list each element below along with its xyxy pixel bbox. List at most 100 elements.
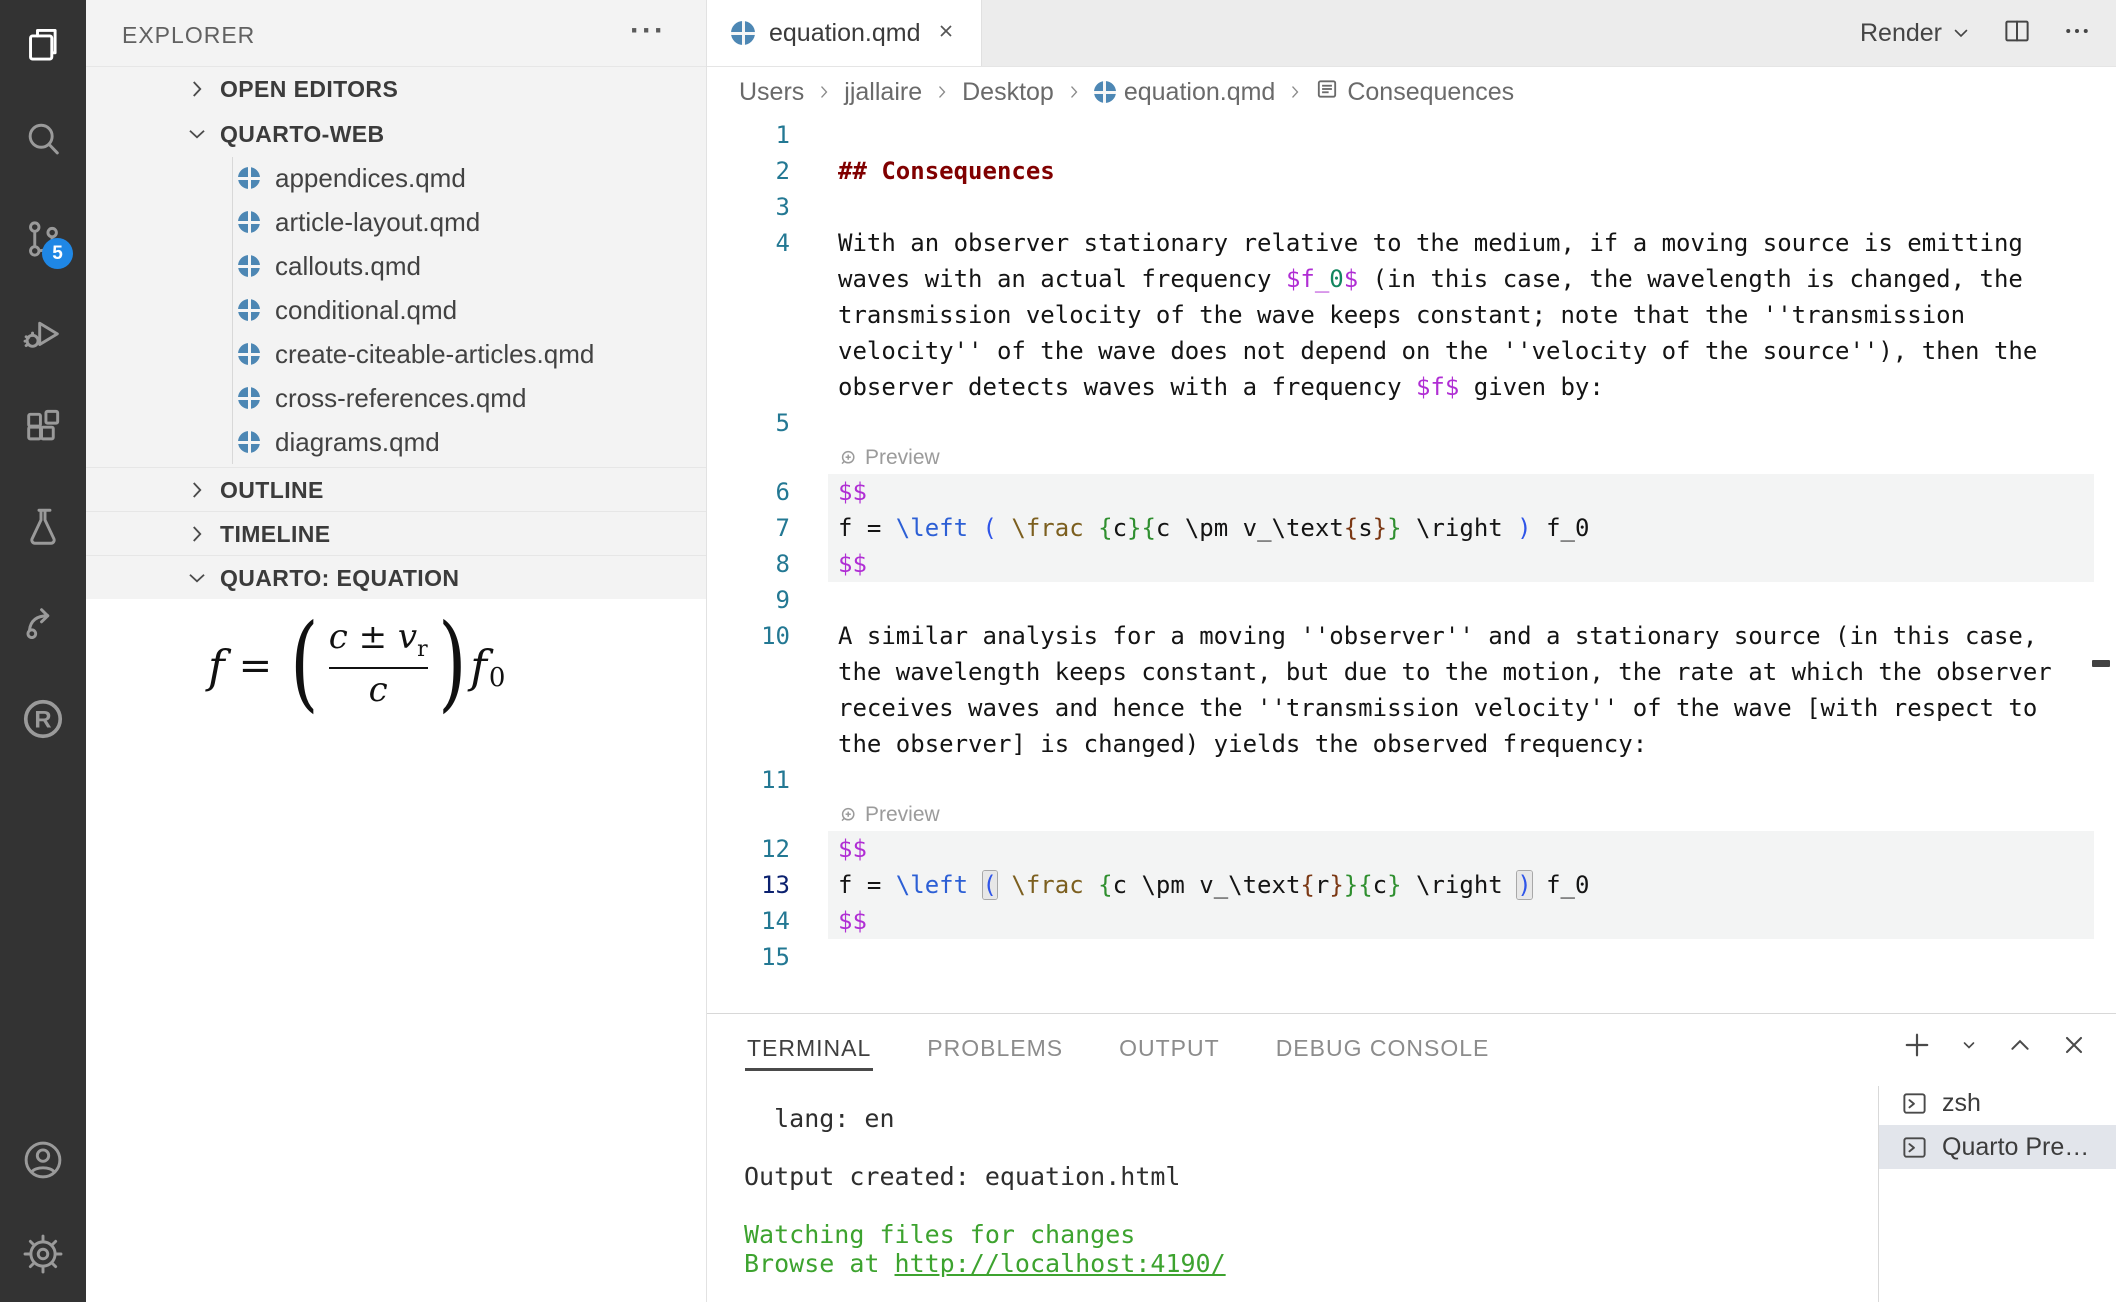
code-text: A similar analysis for a moving ''observ… bbox=[828, 618, 2094, 654]
editor-content[interactable]: 12## Consequences34With an observer stat… bbox=[707, 117, 2116, 1013]
chevron-right-icon bbox=[184, 477, 210, 503]
file-tree-item[interactable]: conditional.qmd bbox=[86, 288, 706, 332]
breadcrumb-item[interactable]: Desktop bbox=[962, 78, 1054, 107]
section-quarto-equation[interactable]: QUARTO: EQUATION bbox=[86, 555, 706, 600]
more-actions-icon[interactable] bbox=[2062, 16, 2092, 51]
editor-line: 13f = \left ( \frac {c \pm v_\text{r}}{c… bbox=[707, 867, 2116, 903]
quarto-file-icon bbox=[731, 21, 755, 45]
breadcrumb-item[interactable]: equation.qmd bbox=[1094, 78, 1276, 107]
tab-bar: equation.qmd Render bbox=[707, 0, 2116, 67]
breadcrumb-item[interactable]: Users bbox=[739, 78, 804, 107]
explorer-icon[interactable] bbox=[0, 1, 86, 87]
editor-line: 15 bbox=[707, 939, 2116, 975]
panel-tab-output[interactable]: OUTPUT bbox=[1117, 1023, 1222, 1071]
code-text: the wavelength keeps constant, but due t… bbox=[828, 654, 2094, 690]
line-number: 2 bbox=[707, 153, 790, 189]
editor-line: 5 bbox=[707, 405, 2116, 441]
tab-equation-qmd[interactable]: equation.qmd bbox=[707, 0, 982, 66]
editor-line: 12$$ bbox=[707, 831, 2116, 867]
line-number: 3 bbox=[707, 189, 790, 225]
editor-line: 1 bbox=[707, 117, 2116, 153]
testing-beaker-icon[interactable] bbox=[0, 483, 86, 569]
breadcrumb-item[interactable]: Consequences bbox=[1315, 77, 1514, 108]
editor-line: 7 f = \left ( \frac {c}{c \pm v_\text{s}}… bbox=[707, 510, 2116, 546]
activity-bar: 5 R bbox=[0, 0, 86, 1302]
source-control-icon[interactable]: 5 bbox=[0, 196, 86, 282]
section-open-editors[interactable]: OPEN EDITORS bbox=[86, 66, 706, 111]
file-tree-item[interactable]: create-citeable-articles.qmd bbox=[86, 332, 706, 376]
line-number: 7 bbox=[707, 510, 790, 546]
code-text bbox=[828, 405, 2094, 441]
panel-tab-debug-console[interactable]: DEBUG CONSOLE bbox=[1274, 1023, 1492, 1071]
more-actions-icon[interactable]: ··· bbox=[630, 14, 666, 48]
section-outline[interactable]: OUTLINE bbox=[86, 467, 706, 512]
fraction: c ± vr c bbox=[329, 619, 428, 710]
split-editor-icon[interactable] bbox=[2002, 16, 2032, 51]
close-panel-icon[interactable] bbox=[2060, 1031, 2088, 1064]
code-text bbox=[828, 117, 2094, 153]
quarto-file-icon bbox=[238, 255, 260, 277]
editor-line: 4With an observer stationary relative to… bbox=[707, 225, 2116, 261]
line-number: 15 bbox=[707, 939, 790, 975]
code-text: the observer] is changed) yields the obs… bbox=[828, 726, 2094, 762]
panel-tab-problems[interactable]: PROBLEMS bbox=[925, 1023, 1065, 1071]
quarto-file-icon bbox=[238, 299, 260, 321]
maximize-panel-icon[interactable] bbox=[2006, 1031, 2034, 1064]
editor-line: observer detects waves with a frequency … bbox=[707, 369, 2116, 405]
terminal-output[interactable]: lang: en Output created: equation.html W… bbox=[744, 1104, 1226, 1278]
equation-preview-pane: f = ( c ± vr c ) f 0 bbox=[86, 599, 706, 1302]
open-paren: ( bbox=[290, 621, 318, 704]
account-icon[interactable] bbox=[0, 1117, 86, 1203]
code-lens-row: Preview bbox=[707, 798, 2116, 831]
explorer-sidebar: EXPLORER ··· OPEN EDITORS QUARTO-WEB app… bbox=[86, 0, 707, 1302]
line-number: 9 bbox=[707, 582, 790, 618]
run-debug-icon[interactable] bbox=[0, 289, 86, 375]
quarto-file-icon bbox=[238, 431, 260, 453]
close-icon[interactable] bbox=[935, 20, 957, 47]
file-tree-item[interactable]: cross-references.qmd bbox=[86, 376, 706, 420]
terminal-dropdown-icon[interactable] bbox=[1958, 1034, 1980, 1061]
terminal-line: Output created: equation.html bbox=[744, 1162, 1226, 1191]
panel-tab-terminal[interactable]: TERMINAL bbox=[745, 1023, 873, 1071]
preview-code-lens[interactable]: Preview bbox=[838, 441, 940, 474]
code-text: f = \left ( \frac {c \pm v_\text{r}}{c} … bbox=[828, 867, 2094, 903]
chevron-right-icon bbox=[1285, 82, 1305, 102]
line-number bbox=[707, 654, 790, 690]
r-lang-icon[interactable]: R bbox=[0, 676, 86, 762]
section-timeline[interactable]: TIMELINE bbox=[86, 511, 706, 556]
quarto-preview-icon[interactable] bbox=[0, 579, 86, 665]
preview-code-lens[interactable]: Preview bbox=[838, 798, 940, 831]
search-icon[interactable] bbox=[0, 96, 86, 182]
breadcrumb-item[interactable]: jjallaire bbox=[844, 78, 922, 107]
file-tree-item[interactable]: diagrams.qmd bbox=[86, 420, 706, 464]
terminal-link[interactable]: http://localhost:4190/ bbox=[895, 1249, 1226, 1278]
code-text: f = \left ( \frac {c}{c \pm v_\text{s}} … bbox=[828, 510, 2094, 546]
line-number: 11 bbox=[707, 762, 790, 798]
file-tree-item[interactable]: article-layout.qmd bbox=[86, 200, 706, 244]
terminal-list-item[interactable]: Quarto Pre… bbox=[1879, 1125, 2116, 1169]
editor-line: 11 bbox=[707, 762, 2116, 798]
vscode-window: 5 R EXPLORER ··· OPEN EDITORS bbox=[0, 0, 2116, 1302]
chevron-right-icon bbox=[184, 521, 210, 547]
file-tree-item[interactable]: callouts.qmd bbox=[86, 244, 706, 288]
line-number bbox=[707, 297, 790, 333]
chevron-down-icon bbox=[184, 565, 210, 591]
code-text: $$ bbox=[828, 474, 2094, 510]
extensions-icon[interactable] bbox=[0, 386, 86, 472]
code-text bbox=[828, 762, 2094, 798]
terminal-list-item[interactable]: zsh bbox=[1879, 1081, 2116, 1125]
quarto-file-icon bbox=[1094, 81, 1116, 103]
line-number: 1 bbox=[707, 117, 790, 153]
source-control-badge: 5 bbox=[42, 238, 73, 269]
section-quarto-web[interactable]: QUARTO-WEB bbox=[86, 112, 706, 156]
render-button[interactable]: Render bbox=[1860, 19, 1972, 48]
sidebar-title: EXPLORER bbox=[122, 22, 255, 49]
new-terminal-icon[interactable] bbox=[1902, 1030, 1932, 1065]
editor-line: transmission velocity of the wave keeps … bbox=[707, 297, 2116, 333]
symbol-section-icon bbox=[1315, 77, 1339, 108]
file-tree-item[interactable]: appendices.qmd bbox=[86, 156, 706, 200]
code-text: observer detects waves with a frequency … bbox=[828, 369, 2094, 405]
settings-gear-icon[interactable] bbox=[0, 1211, 86, 1297]
code-text: waves with an actual frequency $f_0$ (in… bbox=[828, 261, 2094, 297]
editor-group: equation.qmd Render Users jjallaire Deskto… bbox=[707, 0, 2116, 1013]
